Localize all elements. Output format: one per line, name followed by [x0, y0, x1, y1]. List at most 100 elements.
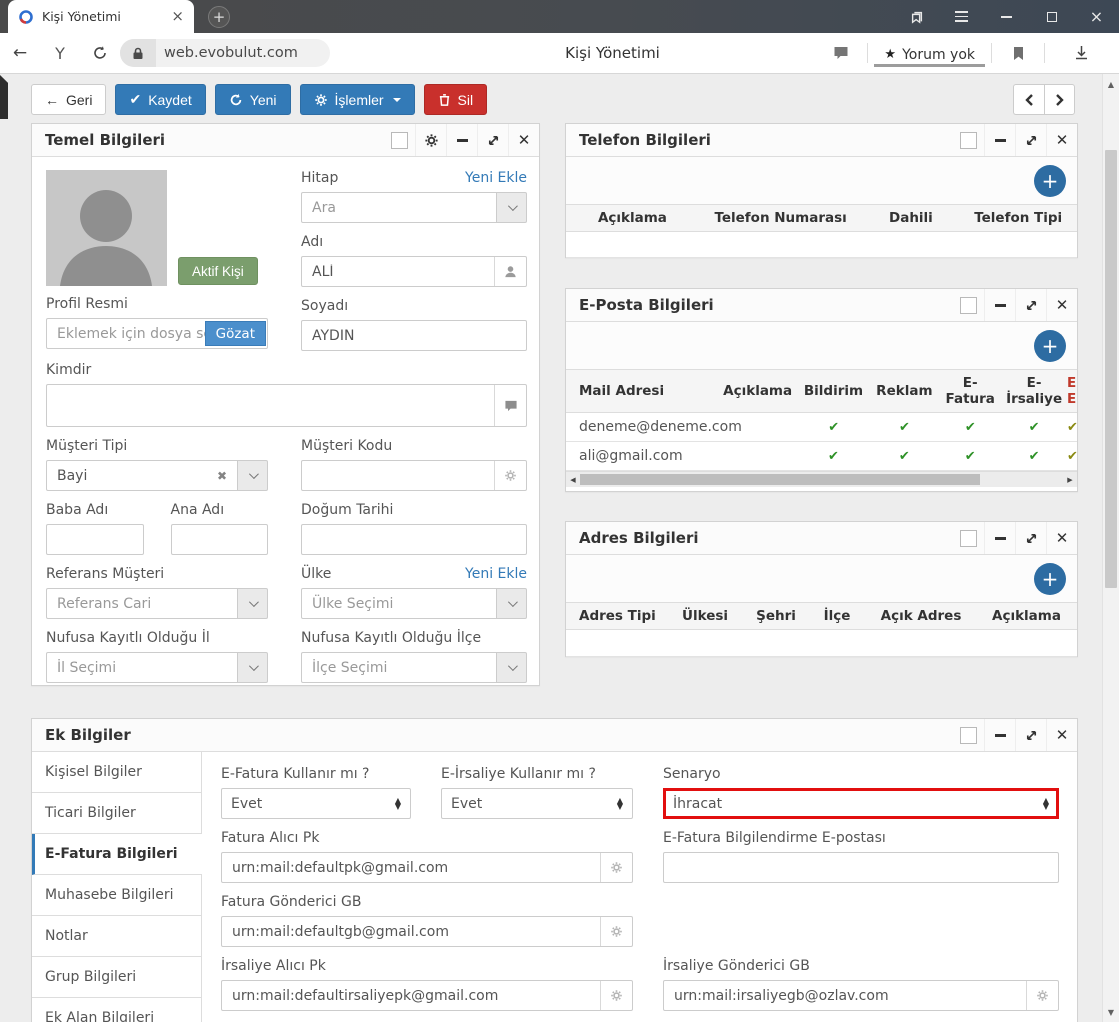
panel-expand-icon[interactable]	[477, 124, 508, 156]
fatura-alici-pk-input[interactable]: urn:mail:defaultpk@gmail.com	[221, 852, 633, 883]
ulke-yeni-ekle-link[interactable]: Yeni Ekle	[465, 566, 527, 582]
download-icon[interactable]	[1061, 45, 1101, 61]
back-button[interactable]: ← Geri	[31, 84, 106, 115]
email-row[interactable]: deneme@deneme.com ✔ ✔ ✔ ✔ ✔	[566, 413, 1077, 442]
tab-ticari-bilgiler[interactable]: Ticari Bilgiler	[32, 793, 201, 834]
gear-icon[interactable]	[600, 917, 632, 946]
scroll-left-icon[interactable]: ◀	[566, 472, 580, 487]
close-window-button[interactable]: ×	[1074, 0, 1119, 33]
scroll-right-icon[interactable]: ▶	[1063, 472, 1077, 487]
menu-icon[interactable]	[939, 0, 984, 33]
referans-musteri-select[interactable]: Referans Cari	[46, 588, 268, 619]
new-tab-button[interactable]: +	[208, 6, 230, 28]
tab-overview-icon[interactable]	[894, 0, 939, 33]
fatura-gonderici-gb-input[interactable]: urn:mail:defaultgb@gmail.com	[221, 916, 633, 947]
email-row[interactable]: ali@gmail.com ✔ ✔ ✔ ✔ ✔	[566, 442, 1077, 471]
comment-icon[interactable]	[821, 46, 861, 60]
scrollbar-thumb[interactable]	[580, 474, 980, 485]
panel-close-icon[interactable]: ✕	[1046, 124, 1077, 156]
horizontal-scrollbar[interactable]: ◀ ▶	[566, 471, 1077, 487]
minimize-button[interactable]	[984, 0, 1029, 33]
panel-expand-icon[interactable]	[1015, 289, 1046, 321]
panel-collapse-icon[interactable]	[984, 719, 1015, 751]
add-phone-button[interactable]: +	[1034, 165, 1066, 197]
irsaliye-gonderici-gb-input[interactable]: urn:mail:irsaliyegb@ozlav.com	[663, 980, 1059, 1011]
panel-close-icon[interactable]: ✕	[1046, 522, 1077, 554]
save-button[interactable]: ✔ Kaydet	[115, 84, 205, 115]
chevron-down-icon[interactable]	[238, 460, 268, 491]
chevron-down-icon[interactable]	[497, 652, 527, 683]
scrollbar-thumb[interactable]	[1105, 150, 1117, 588]
tab-grup-bilgileri[interactable]: Grup Bilgileri	[32, 957, 201, 998]
dogum-tarihi-input[interactable]	[301, 524, 527, 555]
vertical-scrollbar[interactable]: ▲ ▼	[1102, 74, 1119, 1022]
nufus-ilce-select[interactable]: İlçe Seçimi	[301, 652, 527, 683]
panel-collapse-icon[interactable]	[984, 289, 1015, 321]
maximize-button[interactable]	[1029, 0, 1074, 33]
panel-checkbox[interactable]	[960, 727, 977, 744]
add-email-button[interactable]: +	[1034, 330, 1066, 362]
chevron-down-icon[interactable]	[238, 652, 268, 683]
panel-checkbox[interactable]	[960, 132, 977, 149]
chevron-down-icon[interactable]	[497, 192, 527, 223]
add-address-button[interactable]: +	[1034, 563, 1066, 595]
nufus-il-select[interactable]: İl Seçimi	[46, 652, 268, 683]
panel-close-icon[interactable]: ✕	[508, 124, 539, 156]
tab-notlar[interactable]: Notlar	[32, 916, 201, 957]
next-record-button[interactable]	[1044, 84, 1075, 115]
panel-checkbox[interactable]	[391, 132, 408, 149]
profile-file-input[interactable]: Eklemek için dosya seçiniz Gözat	[46, 318, 268, 349]
chevron-down-icon[interactable]	[497, 588, 527, 619]
eirsaliye-kullanir-select[interactable]: Evet ▲▼	[441, 788, 633, 819]
ulke-select[interactable]: Ülke Seçimi	[301, 588, 527, 619]
panel-collapse-icon[interactable]	[446, 124, 477, 156]
panel-settings-icon[interactable]	[415, 124, 446, 156]
actions-dropdown-button[interactable]: İşlemler	[300, 84, 415, 115]
new-button[interactable]: Yeni	[215, 84, 291, 115]
tab-e-fatura-bilgileri[interactable]: E-Fatura Bilgileri	[32, 834, 202, 875]
delete-button[interactable]: Sil	[424, 84, 488, 115]
irsaliye-alici-pk-input[interactable]: urn:mail:defaultirsaliyepk@gmail.com	[221, 980, 633, 1011]
lock-icon[interactable]	[120, 39, 156, 67]
soyadi-input[interactable]: AYDIN	[301, 320, 527, 351]
panel-close-icon[interactable]: ✕	[1046, 289, 1077, 321]
senaryo-select-highlighted[interactable]: İhracat ▲▼	[663, 788, 1059, 819]
panel-expand-icon[interactable]	[1015, 124, 1046, 156]
reload-icon[interactable]	[80, 45, 120, 61]
active-person-button[interactable]: Aktif Kişi	[178, 257, 258, 285]
tab-ek-alan-bilgileri[interactable]: Ek Alan Bilgileri	[32, 998, 201, 1022]
gear-icon[interactable]	[494, 461, 526, 490]
efatura-bilgilendirme-input[interactable]	[663, 852, 1059, 883]
gear-icon[interactable]	[1026, 981, 1058, 1010]
hitap-select[interactable]: Ara	[301, 192, 527, 223]
tab-kisisel-bilgiler[interactable]: Kişisel Bilgiler	[32, 752, 201, 793]
ana-adi-input[interactable]	[171, 524, 269, 555]
adi-input[interactable]: ALİ	[301, 256, 527, 287]
tab-close-icon[interactable]: ×	[171, 9, 184, 24]
scroll-up-icon[interactable]: ▲	[1103, 76, 1119, 92]
scroll-down-icon[interactable]: ▼	[1103, 1004, 1119, 1020]
hitap-yeni-ekle-link[interactable]: Yeni Ekle	[465, 170, 527, 186]
review-button[interactable]: ★ Yorum yok	[874, 44, 985, 67]
gear-icon[interactable]	[600, 853, 632, 882]
panel-close-icon[interactable]: ✕	[1046, 719, 1077, 751]
tab-muhasebe-bilgileri[interactable]: Muhasebe Bilgileri	[32, 875, 201, 916]
baba-adi-input[interactable]	[46, 524, 144, 555]
clear-selection-icon[interactable]: ✖	[217, 469, 227, 483]
gear-icon[interactable]	[600, 981, 632, 1010]
chevron-down-icon[interactable]	[238, 588, 268, 619]
panel-collapse-icon[interactable]	[984, 124, 1015, 156]
panel-checkbox[interactable]	[960, 297, 977, 314]
forward-nav-icon[interactable]: Y	[40, 44, 80, 63]
musteri-tipi-select[interactable]: Bayi ✖	[46, 460, 268, 491]
kimdir-textarea[interactable]	[46, 384, 527, 427]
panel-checkbox[interactable]	[960, 530, 977, 547]
bookmark-icon[interactable]	[998, 46, 1038, 61]
panel-expand-icon[interactable]	[1015, 719, 1046, 751]
browse-button[interactable]: Gözat	[205, 321, 266, 346]
address-bar[interactable]: web.evobulut.com	[120, 39, 330, 67]
musteri-kodu-input[interactable]	[301, 460, 527, 491]
browser-tab[interactable]: Kişi Yönetimi ×	[8, 0, 194, 33]
panel-expand-icon[interactable]	[1015, 522, 1046, 554]
panel-collapse-icon[interactable]	[984, 522, 1015, 554]
